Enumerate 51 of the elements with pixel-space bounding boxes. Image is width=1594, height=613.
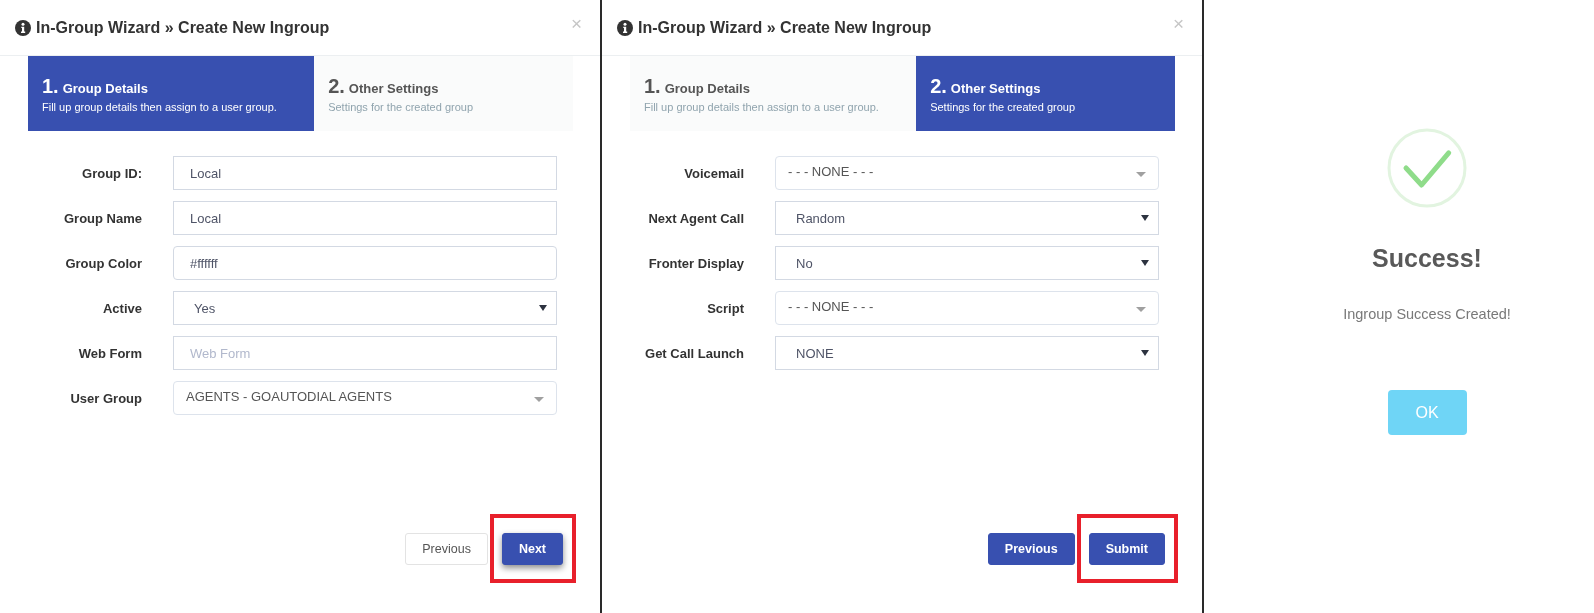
step-title: Other Settings [348, 81, 439, 96]
step-title: Other Settings [950, 81, 1041, 96]
primary-button[interactable]: Previous [987, 533, 1075, 565]
field-label: Script [707, 300, 744, 316]
success-check-icon [1387, 128, 1467, 208]
caret-icon [1136, 307, 1146, 312]
dropdown-field[interactable]: - - - NONE - - - [775, 291, 1159, 325]
input-field[interactable]: Local [173, 201, 557, 235]
caret-icon [1141, 260, 1149, 266]
step-description: Settings for the created group [328, 101, 475, 113]
field-label: Voicemail [684, 165, 744, 181]
secondary-button[interactable]: Previous [405, 533, 488, 565]
primary-button[interactable]: Next [501, 533, 563, 565]
step-title: Group Details [62, 81, 148, 96]
field-label: Next Agent Call [648, 210, 744, 226]
field-label: Active [102, 300, 142, 316]
select-field[interactable]: Yes [173, 291, 557, 325]
primary-button[interactable]: Submit [1088, 533, 1165, 565]
alert-title: Success! [1372, 243, 1482, 273]
step-description: Settings for the created group [930, 101, 1077, 113]
caret-icon [1141, 215, 1149, 221]
step-number: 2. [930, 74, 947, 98]
dialog-title: In-Group Wizard » Create New Ingroup [36, 18, 330, 37]
field-label: Group Name [64, 210, 142, 226]
field-label: User Group [70, 390, 142, 406]
step-number: 1. [42, 74, 59, 98]
info-icon [15, 19, 31, 36]
dropdown-field[interactable]: - - - NONE - - - [775, 156, 1159, 190]
select-field[interactable]: Random [775, 201, 1159, 235]
field-label: Web Form [78, 345, 142, 361]
step-number: 2. [328, 74, 345, 98]
step-number: 1. [644, 74, 661, 98]
step-description: Fill up group details then assign to a user group. [644, 101, 880, 113]
caret-icon [539, 305, 547, 311]
alert-message: Ingroup Success Created! [1343, 305, 1511, 324]
dialog-title: In-Group Wizard » Create New Ingroup [638, 18, 932, 37]
input-field[interactable]: Local [173, 156, 557, 190]
info-icon [617, 19, 633, 36]
select-field[interactable]: NONE [775, 336, 1159, 370]
caret-icon [1141, 350, 1149, 356]
dropdown-field[interactable]: AGENTS - GOAUTODIAL AGENTS [173, 381, 557, 415]
field-label: Fronter Display [648, 255, 744, 271]
step-description: Fill up group details then assign to a user group. [42, 101, 278, 113]
field-label: Group ID: [82, 165, 142, 181]
input-field[interactable]: #ffffff [173, 246, 557, 280]
select-field[interactable]: No [775, 246, 1159, 280]
step-title: Group Details [664, 81, 750, 96]
field-label: Get Call Launch [645, 345, 744, 361]
caret-icon [1136, 172, 1146, 177]
field-label: Group Color [65, 255, 142, 271]
caret-icon [534, 397, 544, 402]
